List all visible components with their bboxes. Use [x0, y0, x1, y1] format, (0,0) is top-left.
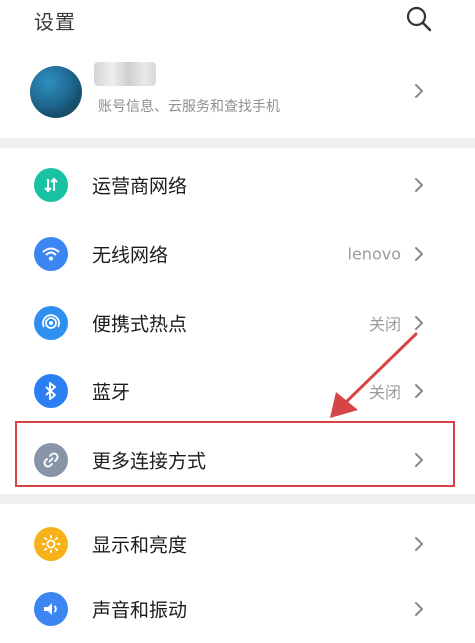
account-name-redacted	[94, 62, 156, 86]
section-divider	[0, 494, 475, 504]
chevron-right-icon	[415, 178, 423, 192]
carrier-network-icon	[34, 168, 68, 202]
settings-item-label: 声音和振动	[92, 599, 188, 622]
wifi-icon	[34, 237, 68, 271]
settings-item-label: 显示和亮度	[92, 534, 188, 557]
highlight-box	[15, 421, 455, 487]
settings-item-wifi[interactable]: 无线网络 lenovo	[0, 220, 475, 288]
search-icon[interactable]	[404, 4, 434, 34]
avatar	[30, 66, 82, 118]
settings-item-label: 蓝牙	[92, 381, 131, 404]
chevron-right-icon	[415, 247, 423, 261]
settings-item-label: 无线网络	[92, 244, 169, 267]
chevron-right-icon	[415, 84, 423, 98]
chevron-right-icon	[415, 602, 423, 616]
bluetooth-icon	[34, 374, 68, 408]
annotation-arrow	[330, 332, 418, 418]
hotspot-icon	[34, 306, 68, 340]
settings-item-sound-vibration[interactable]: 声音和振动	[0, 575, 475, 643]
settings-item-label: 运营商网络	[92, 175, 188, 198]
settings-item-value: lenovo	[347, 244, 401, 264]
section-divider	[0, 138, 475, 148]
brightness-icon	[34, 527, 68, 561]
settings-item-display-brightness[interactable]: 显示和亮度	[0, 510, 475, 578]
chevron-right-icon	[415, 537, 423, 551]
account-subtitle: 账号信息、云服务和查找手机	[98, 99, 280, 115]
page-title: 设置	[34, 10, 76, 34]
settings-item-label: 便携式热点	[92, 313, 188, 336]
sound-icon	[34, 592, 68, 626]
settings-item-carrier-network[interactable]: 运营商网络	[0, 151, 475, 219]
